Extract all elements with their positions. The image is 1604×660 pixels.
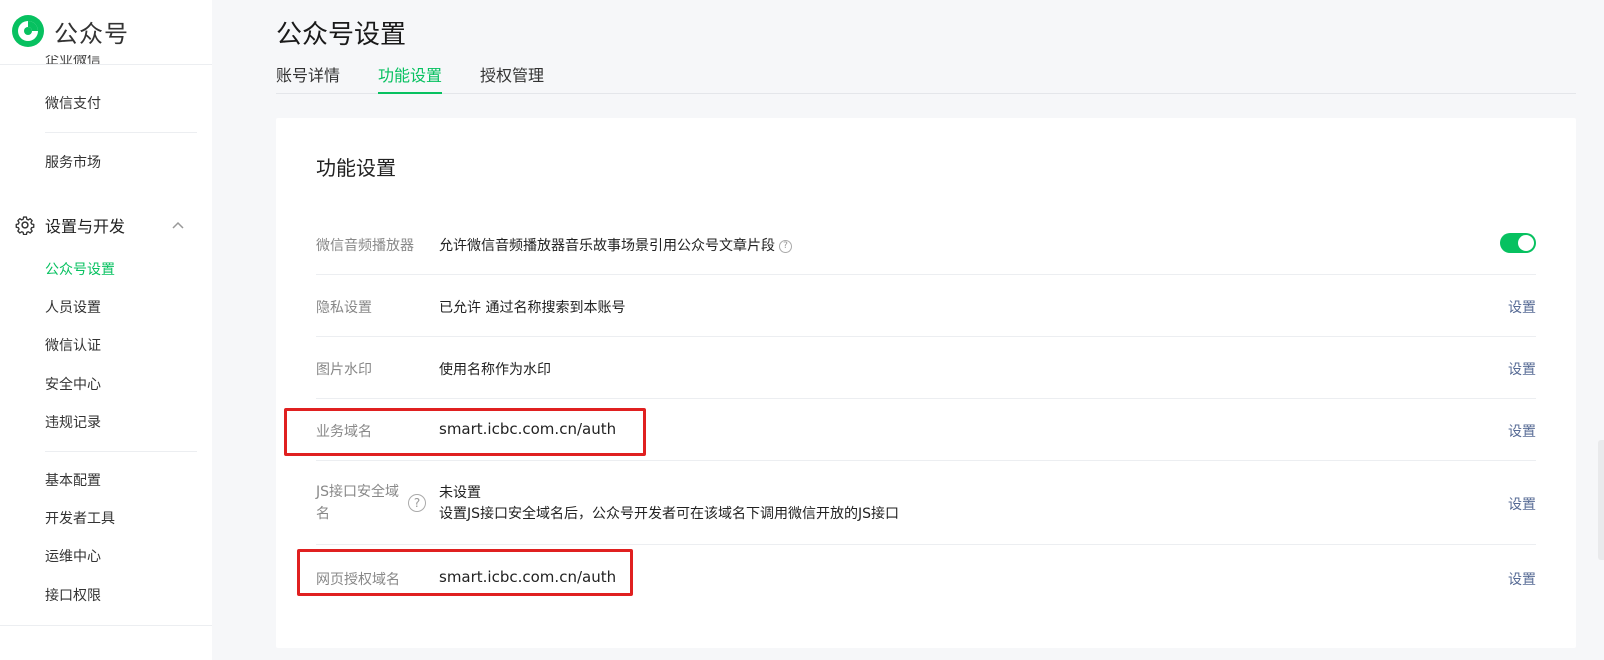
divider bbox=[0, 625, 212, 626]
sidebar-item-developer-tools[interactable]: 开发者工具 bbox=[45, 508, 115, 528]
row-label: 隐私设置 bbox=[316, 300, 372, 316]
privacy-settings-link[interactable]: 设置 bbox=[1508, 297, 1536, 317]
scrollbar[interactable] bbox=[1598, 440, 1604, 560]
row-label: 微信音频播放器 bbox=[316, 238, 414, 254]
card-title: 功能设置 bbox=[316, 156, 396, 180]
oauth-domain-settings-link[interactable]: 设置 bbox=[1508, 569, 1536, 589]
sidebar-item-security-center[interactable]: 安全中心 bbox=[45, 374, 101, 394]
row-label: 图片水印 bbox=[316, 362, 372, 378]
tab-authorization-management[interactable]: 授权管理 bbox=[480, 66, 544, 94]
row-value-text: 允许微信音频播放器音乐故事场景引用公众号文章片段 bbox=[439, 238, 775, 254]
app-name: 公众号 bbox=[54, 19, 129, 48]
business-domain-settings-link[interactable]: 设置 bbox=[1508, 421, 1536, 441]
row-value: smart.icbc.com.cn/auth bbox=[439, 420, 617, 438]
settings-row-privacy: 隐私设置 已允许 通过名称搜索到本账号 设置 bbox=[316, 275, 1536, 337]
row-value: smart.icbc.com.cn/auth bbox=[439, 568, 617, 586]
page-title: 公众号设置 bbox=[276, 20, 407, 50]
row-label: JS接口安全域名 bbox=[316, 484, 400, 522]
tab-bar: 账号详情 功能设置 授权管理 bbox=[276, 66, 1576, 94]
sidebar-item-ops-center[interactable]: 运维中心 bbox=[45, 546, 101, 566]
sidebar: 公众号 企业微信 微信支付 服务市场 设置与开发 公众号设置 人员设置 微信认证… bbox=[0, 0, 212, 660]
settings-row-audio-player: 微信音频播放器 允许微信音频播放器音乐故事场景引用公众号文章片段? bbox=[316, 213, 1536, 275]
row-value: 使用名称作为水印 bbox=[439, 362, 551, 378]
settings-row-watermark: 图片水印 使用名称作为水印 设置 bbox=[316, 337, 1536, 399]
settings-card: 功能设置 微信音频播放器 允许微信音频播放器音乐故事场景引用公众号文章片段? 隐… bbox=[276, 118, 1576, 648]
question-circle-icon[interactable]: ? bbox=[779, 239, 792, 253]
sidebar-item-wechat-pay[interactable]: 微信支付 bbox=[45, 93, 101, 113]
sidebar-section-label: 设置与开发 bbox=[45, 217, 126, 236]
row-value: 未设置 bbox=[439, 485, 481, 501]
divider bbox=[45, 132, 197, 133]
sidebar-item-service-market[interactable]: 服务市场 bbox=[45, 152, 101, 172]
divider bbox=[0, 64, 212, 65]
row-label: 网页授权域名 bbox=[316, 572, 400, 588]
sidebar-item-violation-records[interactable]: 违规记录 bbox=[45, 412, 101, 432]
audio-player-toggle[interactable] bbox=[1500, 233, 1536, 253]
tab-account-details[interactable]: 账号详情 bbox=[276, 66, 340, 94]
js-domain-settings-link[interactable]: 设置 bbox=[1508, 494, 1536, 514]
sidebar-item-basic-config[interactable]: 基本配置 bbox=[45, 470, 101, 490]
sidebar-item-staff-settings[interactable]: 人员设置 bbox=[45, 297, 101, 317]
question-circle-icon[interactable]: ? bbox=[408, 494, 426, 512]
settings-row-oauth-domain: 网页授权域名 smart.icbc.com.cn/auth 设置 bbox=[316, 545, 1536, 611]
toggle-knob bbox=[1518, 235, 1534, 251]
row-label: 业务域名 bbox=[316, 424, 372, 440]
wechat-official-account-logo-icon bbox=[12, 15, 44, 47]
sidebar-item-api-permissions[interactable]: 接口权限 bbox=[45, 585, 101, 605]
row-sub-value: 设置JS接口安全域名后，公众号开发者可在该域名下调用微信开放的JS接口 bbox=[439, 506, 900, 522]
sidebar-section-settings-dev[interactable]: 设置与开发 bbox=[15, 213, 185, 237]
row-value: 已允许 通过名称搜索到本账号 bbox=[439, 300, 626, 316]
tab-function-settings[interactable]: 功能设置 bbox=[378, 66, 443, 94]
divider bbox=[45, 451, 197, 452]
sidebar-item-wechat-verification[interactable]: 微信认证 bbox=[45, 335, 101, 355]
chevron-up-icon[interactable] bbox=[171, 220, 185, 230]
gear-icon bbox=[15, 216, 35, 235]
row-value: 允许微信音频播放器音乐故事场景引用公众号文章片段? bbox=[439, 235, 792, 255]
app-logo[interactable]: 公众号 bbox=[10, 12, 129, 50]
settings-row-business-domain: 业务域名 smart.icbc.com.cn/auth 设置 bbox=[316, 399, 1536, 461]
sidebar-item-account-settings[interactable]: 公众号设置 bbox=[45, 259, 115, 279]
watermark-settings-link[interactable]: 设置 bbox=[1508, 359, 1536, 379]
settings-row-js-domain: JS接口安全域名 ? 未设置 设置JS接口安全域名后，公众号开发者可在该域名下调… bbox=[316, 461, 1536, 545]
